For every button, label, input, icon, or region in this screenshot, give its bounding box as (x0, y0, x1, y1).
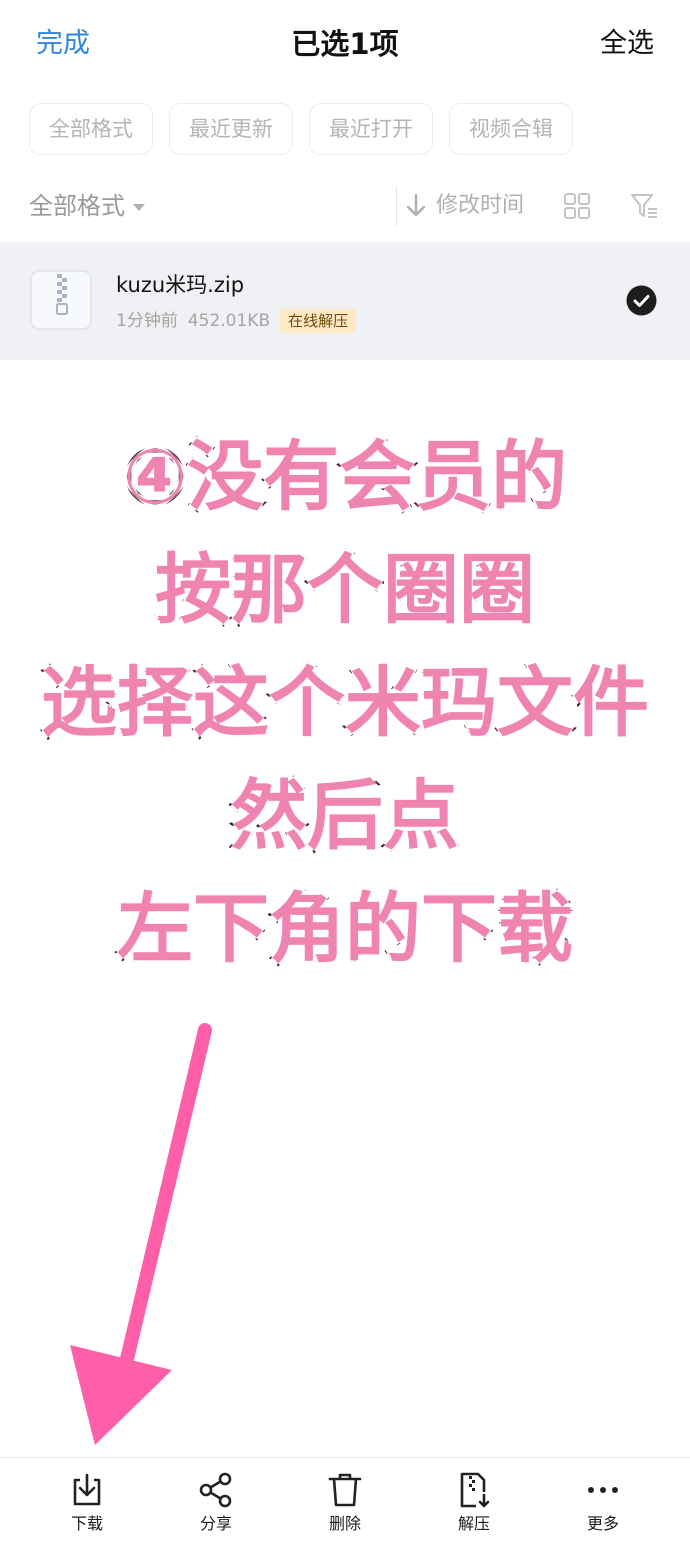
zip-file-icon (30, 270, 92, 330)
unzip-button[interactable]: 解压 (419, 1470, 529, 1536)
unzip-label: 解压 (457, 1514, 490, 1533)
file-name: kuzu米玛.zip (116, 273, 245, 297)
file-meta: 1分钟前 452.01KB 在线解压 (116, 308, 357, 334)
share-label: 分享 (199, 1514, 232, 1533)
instruction-caption: ④没有会员的 按那个圈圈 选择这个米玛文件 然后点 左下角的下载 (0, 420, 690, 985)
file-size: 452.01KB (187, 311, 271, 331)
sort-bar: 全部格式 修改时间 (0, 178, 690, 234)
file-list-item[interactable]: kuzu米玛.zip 1分钟前 452.01KB 在线解压 (0, 242, 690, 360)
divider (396, 186, 397, 226)
checkmark-icon[interactable] (626, 285, 657, 316)
filter-icon[interactable] (629, 191, 659, 221)
filter-chips: 全部格式 最近更新 最近打开 视频合辑 (29, 103, 573, 155)
caret-down-icon (133, 203, 145, 211)
caption-line: ④没有会员的 (121, 430, 569, 523)
selection-title: 已选1项 (291, 27, 399, 61)
caption-line: 选择这个米玛文件 (39, 656, 651, 749)
arrow-down-icon (406, 193, 426, 217)
more-icon (588, 1487, 618, 1493)
format-dropdown-label: 全部格式 (29, 192, 125, 220)
online-unzip-badge[interactable]: 在线解压 (280, 309, 357, 333)
file-time: 1分钟前 (116, 311, 178, 331)
unzip-icon (460, 1472, 490, 1508)
sort-label: 修改时间 (436, 193, 525, 218)
top-bar: 完成 已选1项 全选 (0, 0, 690, 88)
grid-view-icon[interactable] (563, 192, 591, 220)
download-icon (73, 1473, 101, 1506)
pointer-arrow-icon (70, 1023, 212, 1445)
share-icon (199, 1472, 232, 1508)
download-label: 下载 (70, 1514, 103, 1533)
format-dropdown[interactable]: 全部格式 (29, 184, 145, 228)
chip-all-formats[interactable]: 全部格式 (29, 103, 153, 155)
share-button[interactable]: 分享 (161, 1470, 271, 1536)
caption-line: 按那个圈圈 (153, 543, 537, 636)
chip-recent-opened[interactable]: 最近打开 (309, 103, 433, 155)
more-button[interactable]: 更多 (548, 1470, 658, 1536)
download-button[interactable]: 下载 (32, 1470, 142, 1536)
trash-icon (328, 1473, 362, 1507)
delete-label: 删除 (328, 1514, 361, 1533)
bottom-toolbar: 下载 分享 删除 解压 更多 (0, 1457, 690, 1546)
delete-button[interactable]: 删除 (290, 1470, 400, 1536)
sort-by-time-button[interactable]: 修改时间 (404, 184, 524, 228)
caption-line: 左下角的下载 (115, 882, 575, 975)
caption-line: 然后点 (229, 769, 461, 862)
chip-video-collection[interactable]: 视频合辑 (449, 103, 573, 155)
more-label: 更多 (586, 1514, 619, 1533)
chip-recent-updated[interactable]: 最近更新 (169, 103, 293, 155)
select-all-button[interactable]: 全选 (600, 22, 654, 66)
